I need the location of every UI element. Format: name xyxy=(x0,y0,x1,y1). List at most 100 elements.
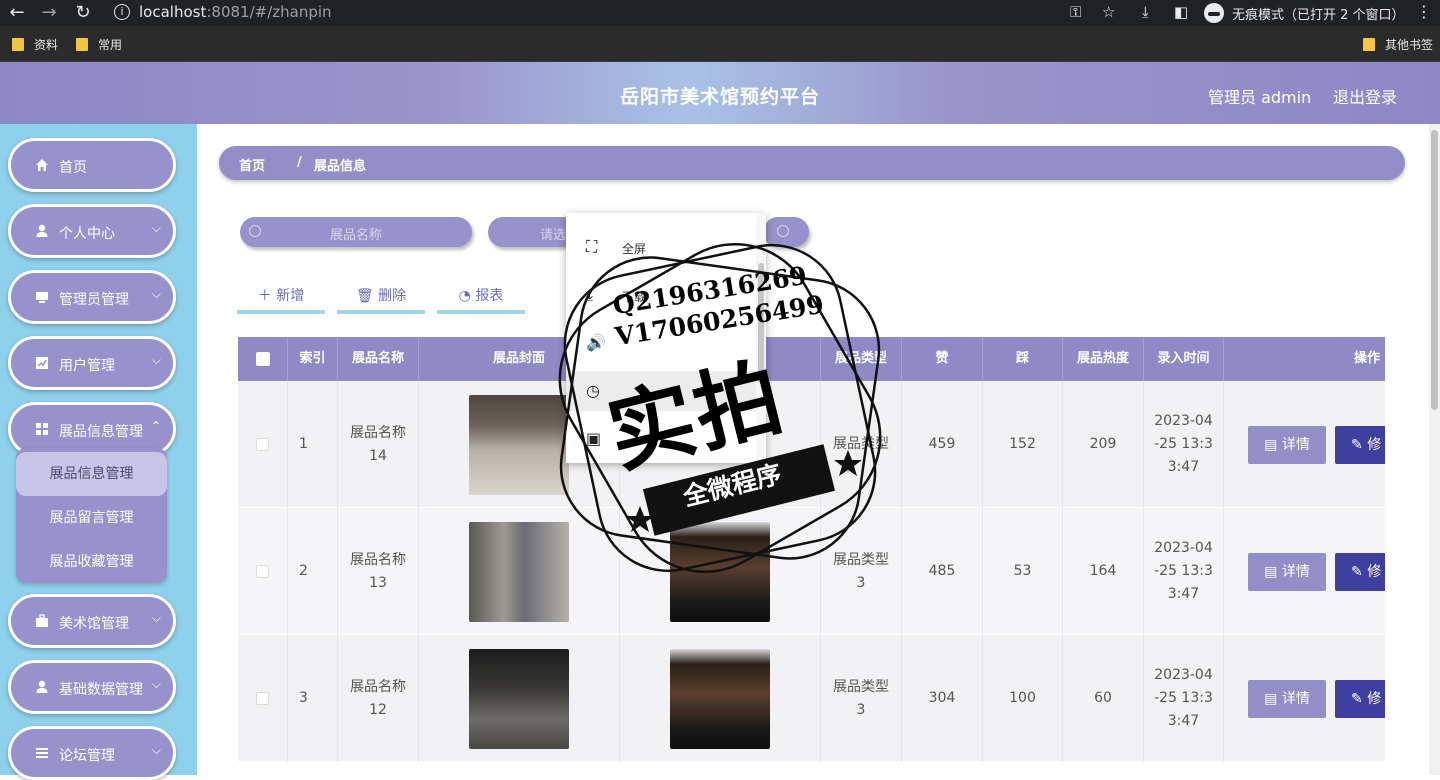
other-bookmarks[interactable]: 其他书签 xyxy=(1363,36,1433,53)
report-button[interactable]: ◔ 报表 xyxy=(437,278,525,314)
logout-link[interactable]: 退出登录 xyxy=(1333,84,1397,108)
bookmark-folder[interactable]: 资料 xyxy=(12,36,58,53)
incognito-indicator[interactable]: 无痕模式（已打开 2 个窗口） xyxy=(1204,2,1405,24)
user-icon xyxy=(36,224,48,237)
col-header: 展品热度 xyxy=(1063,337,1144,381)
index-cell: 2 xyxy=(288,508,338,635)
user-icon xyxy=(36,680,48,693)
name-cell: 展品名称12 xyxy=(338,635,419,762)
key-icon[interactable]: ⚿ xyxy=(1070,3,1081,21)
detail-button[interactable]: ▤ 详情 xyxy=(1248,553,1326,591)
edit-button[interactable]: ✎ 修 xyxy=(1335,553,1385,591)
delete-label: 删除 xyxy=(378,288,407,304)
bookmark-folder[interactable]: 常用 xyxy=(76,36,122,53)
sidebar-item-admin-manage[interactable]: 管理员管理 ⌵ xyxy=(8,270,176,324)
col-header: 录入时间 xyxy=(1144,337,1224,381)
breadcrumb-home[interactable]: 首页 xyxy=(239,155,265,174)
sidebar-item-label: 个人中心 xyxy=(59,226,115,242)
chevron-down-icon: ⌵ xyxy=(151,353,161,367)
sidebar-item-base-data[interactable]: 基础数据管理 ⌵ xyxy=(8,660,176,714)
edit-label: 修 xyxy=(1367,437,1382,453)
forward-icon[interactable]: → xyxy=(38,2,60,24)
select-all-cell xyxy=(238,337,288,381)
list-icon xyxy=(36,748,48,758)
submenu-item-exhibit-info[interactable]: 展品信息管理 xyxy=(16,452,167,496)
reload-icon[interactable]: ↻ xyxy=(72,2,94,24)
detail-button[interactable]: ▤ 详情 xyxy=(1248,680,1326,718)
chevron-down-icon: ⌵ xyxy=(151,677,161,691)
bookmarks-bar: 资料 常用 其他书签 xyxy=(0,26,1440,62)
scrollbar-thumb[interactable] xyxy=(1431,130,1438,410)
select-all-checkbox[interactable] xyxy=(256,352,270,366)
address-bar[interactable]: i localhost:8081/#/zhanpin xyxy=(104,0,1130,26)
back-icon[interactable]: ← xyxy=(6,2,28,24)
row-checkbox[interactable] xyxy=(256,438,269,451)
folder-icon xyxy=(76,38,88,51)
breadcrumb: 首页 / 展品信息 xyxy=(219,146,1405,180)
search-button[interactable] xyxy=(763,217,809,247)
video-cell xyxy=(620,508,821,635)
sidebar-item-museum-manage[interactable]: 美术馆管理 ⌵ xyxy=(8,594,176,648)
edit-label: 修 xyxy=(1367,564,1382,580)
page-scrollbar[interactable] xyxy=(1429,124,1440,775)
folder-icon xyxy=(12,38,24,51)
fullscreen-icon: ⛶ xyxy=(586,237,598,256)
dislike-cell: 100 xyxy=(983,635,1063,762)
browser-toolbar: ← → ↻ i localhost:8081/#/zhanpin ⚿ ☆ ⤓ ◧… xyxy=(0,0,1440,26)
time-cell: 2023-04-25 13:33:47 xyxy=(1144,508,1224,635)
submenu-item-exhibit-comments[interactable]: 展品留言管理 xyxy=(16,496,167,540)
chevron-down-icon: ⌵ xyxy=(151,221,161,235)
download-icon: ⤓ xyxy=(586,285,594,304)
star-icon[interactable]: ☆ xyxy=(1102,3,1115,21)
url-path: :8081/#/zhanpin xyxy=(206,3,332,21)
index-cell: 3 xyxy=(288,635,338,762)
edit-label: 修 xyxy=(1367,691,1382,707)
add-button[interactable]: ＋ 新增 xyxy=(237,278,325,314)
sidebar-item-label: 基础数据管理 xyxy=(59,682,143,698)
cover-cell xyxy=(419,508,620,635)
download-icon[interactable]: ⤓ xyxy=(1142,3,1149,21)
video-cell xyxy=(620,635,821,762)
more-icon[interactable]: ⋮ xyxy=(1416,2,1432,21)
add-label: 新增 xyxy=(276,288,305,304)
heat-cell: 60 xyxy=(1063,635,1144,762)
grid-icon xyxy=(36,423,48,435)
exhibit-cover-image[interactable] xyxy=(469,648,569,749)
menu-item-fullscreen[interactable]: ⛶ 全屏 xyxy=(566,227,756,267)
sidepanel-icon[interactable]: ◧ xyxy=(1174,3,1188,21)
table-row: 2 展品名称13 展品类型3 485 53 164 2023-04-25 13:… xyxy=(238,508,1385,635)
exhibit-cover-image[interactable] xyxy=(469,394,569,495)
col-header: 踩 xyxy=(983,337,1063,381)
breadcrumb-separator: / xyxy=(297,155,302,170)
sidebar-item-user-manage[interactable]: 用户管理 ⌵ xyxy=(8,336,176,390)
exhibit-submenu: 展品信息管理 展品留言管理 展品收藏管理 xyxy=(16,448,167,583)
col-header: 索引 xyxy=(288,337,338,381)
sidebar-item-personal-center[interactable]: 个人中心 ⌵ xyxy=(8,204,176,258)
menu-item-label: 全屏 xyxy=(622,242,647,256)
submenu-item-exhibit-favorites[interactable]: 展品收藏管理 xyxy=(16,540,167,584)
edit-button[interactable]: ✎ 修 xyxy=(1335,680,1385,718)
like-cell: 459 xyxy=(902,381,983,508)
row-checkbox[interactable] xyxy=(256,565,269,578)
exhibit-video-thumbnail[interactable] xyxy=(670,648,770,749)
info-icon[interactable]: i xyxy=(114,4,130,20)
exhibit-cover-image[interactable] xyxy=(469,521,569,622)
row-checkbox-cell xyxy=(238,635,288,762)
search-name-input[interactable]: 展品名称 xyxy=(240,217,472,247)
row-checkbox[interactable] xyxy=(256,692,269,705)
index-cell: 1 xyxy=(288,381,338,508)
report-label: 报表 xyxy=(475,288,504,304)
exhibit-video-thumbnail[interactable] xyxy=(670,521,770,622)
home-icon xyxy=(36,159,48,171)
volume-icon: 🔊 xyxy=(586,333,606,352)
delete-button[interactable]: 🗑 删除 xyxy=(337,278,425,314)
detail-button[interactable]: ▤ 详情 xyxy=(1248,426,1326,464)
sidebar-item-home[interactable]: 首页 xyxy=(8,138,176,192)
row-checkbox-cell xyxy=(238,381,288,508)
search-name-placeholder: 展品名称 xyxy=(329,228,382,243)
edit-button[interactable]: ✎ 修 xyxy=(1335,426,1385,464)
sidebar-item-forum-manage[interactable]: 论坛管理 ⌵ xyxy=(8,726,176,780)
url-text[interactable]: localhost:8081/#/zhanpin xyxy=(139,3,332,21)
incognito-label: 无痕模式（已打开 2 个窗口） xyxy=(1232,7,1405,23)
like-cell: 485 xyxy=(902,508,983,635)
